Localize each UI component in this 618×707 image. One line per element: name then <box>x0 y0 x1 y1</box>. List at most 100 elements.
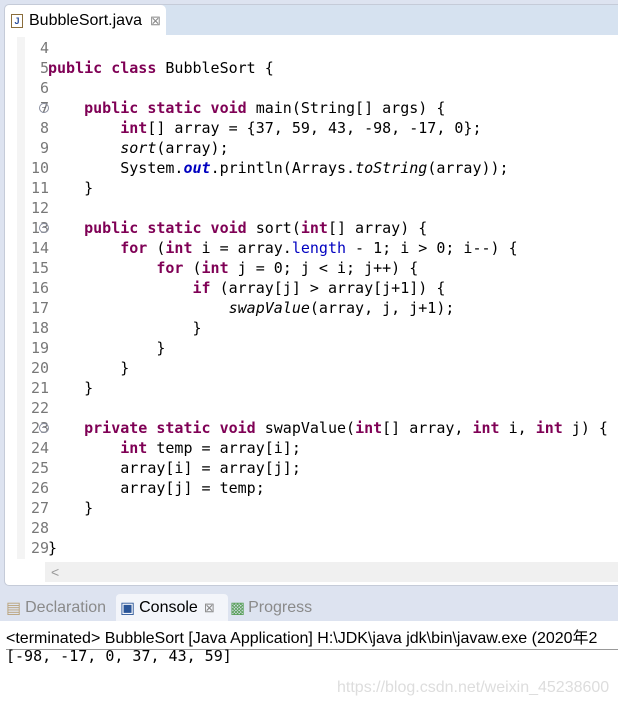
line-number: 20 <box>30 359 49 377</box>
line-number: 19 <box>30 339 49 357</box>
code-line: if (array[j] > array[j+1]) { <box>48 278 446 298</box>
progress-icon: ▩ <box>230 599 246 617</box>
code-token: [] array = {37, 59, 43, -98, -17, 0}; <box>147 119 482 137</box>
tab-declaration[interactable]: ▤ Declaration <box>6 594 114 621</box>
code-token: ( <box>147 239 166 257</box>
java-file-icon: J <box>11 14 23 28</box>
horizontal-scrollbar[interactable]: < <box>45 562 618 582</box>
line-number: 22 <box>30 399 49 417</box>
code-line: } <box>48 338 165 358</box>
tab-label: Console <box>139 598 198 616</box>
scroll-left-icon[interactable]: < <box>51 564 59 580</box>
line-number: 24 <box>30 439 49 457</box>
tab-label: BubbleSort.java <box>29 12 142 29</box>
code-line: } <box>48 318 202 338</box>
code-token: length <box>291 239 347 257</box>
code-token: out <box>183 159 211 177</box>
code-token: BubbleSort { <box>165 59 274 77</box>
code-token: array[i] = array[j]; <box>48 459 301 477</box>
line-number: 15 <box>30 259 49 277</box>
code-token: i = array. <box>192 239 292 257</box>
code-token: int <box>120 439 148 457</box>
code-token: temp = array[i]; <box>147 439 301 457</box>
line-number: 27 <box>30 499 49 517</box>
code-line: public class BubbleSort { <box>48 58 274 78</box>
code-line: } <box>48 498 93 518</box>
line-number: 14 <box>30 239 49 257</box>
line-number: 26 <box>30 479 49 497</box>
code-token: public static void <box>84 99 256 117</box>
code-line: } <box>48 178 93 198</box>
tab-label: Declaration <box>25 598 107 616</box>
code-token: j) { <box>562 419 608 437</box>
line-number: 10 <box>30 159 49 177</box>
editor-tabbar: J BubbleSort.java ⊠ <box>5 5 618 37</box>
code-token: toString <box>355 159 428 177</box>
watermark: https://blog.csdn.net/weixin_45238600 <box>337 679 610 696</box>
code-token: for <box>156 259 184 277</box>
tab-console[interactable]: ▣ Console ⊠ <box>116 594 228 621</box>
line-number: 9 <box>39 139 49 157</box>
code-token: (array); <box>156 139 229 157</box>
code-line: } <box>48 378 93 398</box>
code-token: i, <box>499 419 536 437</box>
code-token: } <box>48 499 94 517</box>
line-number: 12 <box>30 199 49 217</box>
line-number: 11 <box>30 179 49 197</box>
line-number: 4 <box>39 39 49 57</box>
line-number: 5 <box>39 59 49 77</box>
console-output: [-98, -17, 0, 37, 43, 59] <box>6 647 232 665</box>
code-token: int <box>535 419 563 437</box>
code-line: sort(array); <box>48 138 229 158</box>
line-number: 21 <box>30 379 49 397</box>
code-token: for <box>120 239 148 257</box>
tab-progress[interactable]: ▩ Progress <box>230 594 330 621</box>
code-token: public class <box>48 59 166 77</box>
code-token: public static void <box>84 219 256 237</box>
line-number: 17 <box>30 299 49 317</box>
line-number: 29 <box>30 539 49 557</box>
code-token: swapValue( <box>264 419 356 437</box>
code-token: sort( <box>255 219 301 237</box>
code-token: } <box>48 339 166 357</box>
console-icon: ▣ <box>120 599 136 617</box>
code-token: int <box>472 419 500 437</box>
close-icon[interactable]: ⊠ <box>150 13 161 29</box>
code-token: if <box>192 279 211 297</box>
code-token: } <box>48 319 202 337</box>
line-number: 16 <box>30 279 49 297</box>
close-icon[interactable]: ⊠ <box>204 600 215 616</box>
code-token: [] array, <box>382 419 473 437</box>
code-token: (array, j, j+1); <box>309 299 455 317</box>
editor-panel: J BubbleSort.java ⊠ 4 5 public class Bubbl… <box>4 4 618 586</box>
code-token: [] array) { <box>327 219 428 237</box>
code-line: } <box>48 538 57 558</box>
line-number: 18 <box>30 319 49 337</box>
console-view[interactable]: <terminated> BubbleSort [Java Applicatio… <box>0 621 618 707</box>
tab-bubblesort-java[interactable]: J BubbleSort.java ⊠ <box>5 5 166 37</box>
code-line: int[] array = {37, 59, 43, -98, -17, 0}; <box>48 118 481 138</box>
code-token: j = 0; j < i; j++) { <box>228 259 419 277</box>
tab-label: Progress <box>248 598 313 616</box>
code-token: } <box>48 539 58 557</box>
line-number: 28 <box>30 519 49 537</box>
code-token: (array[j] > array[j+1]) { <box>210 279 446 297</box>
code-token: } <box>48 179 94 197</box>
code-line: public static void sort(int[] array) { <box>48 218 427 238</box>
code-line: swapValue(array, j, j+1); <box>48 298 455 318</box>
code-token: sort <box>120 139 157 157</box>
code-line: for (int i = array.length - 1; i > 0; i-… <box>48 238 517 258</box>
code-token: int <box>201 259 229 277</box>
code-token: main(String[] args) { <box>255 99 446 117</box>
code-line: array[i] = array[j]; <box>48 458 301 478</box>
code-line: for (int j = 0; j < i; j++) { <box>48 258 418 278</box>
code-line: array[j] = temp; <box>48 478 265 498</box>
